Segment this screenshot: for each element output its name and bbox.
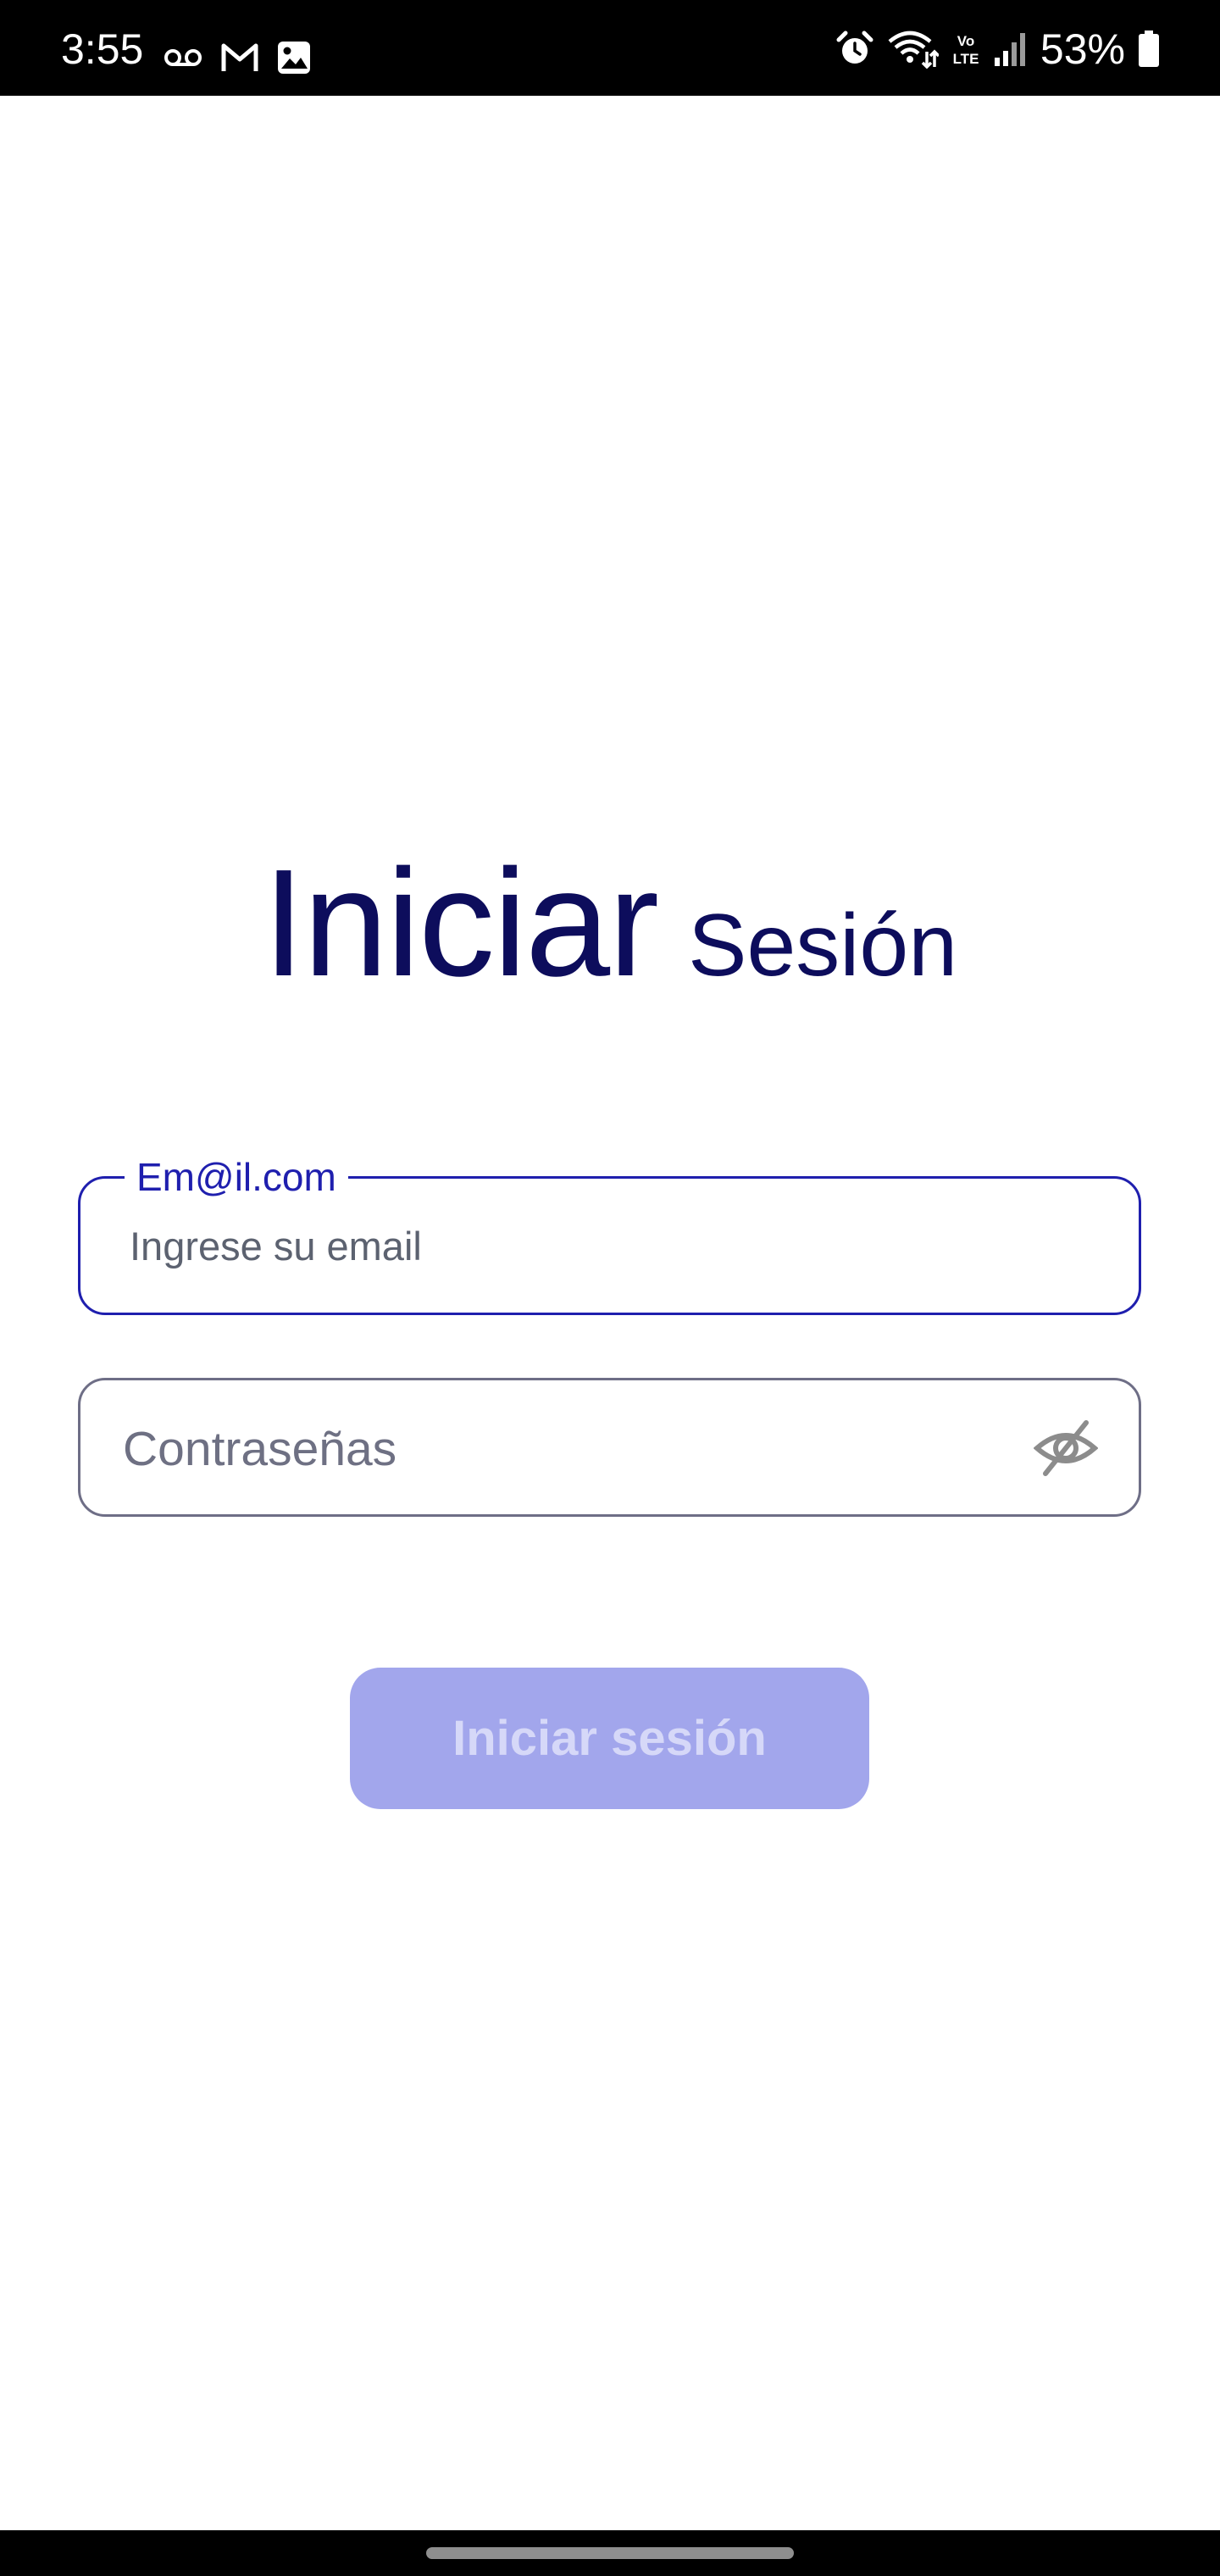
email-label: Em@il.com	[125, 1153, 348, 1201]
status-right-icons: Vo LTE 53%	[835, 25, 1161, 73]
battery-percent: 53%	[1040, 25, 1125, 73]
battery-icon	[1137, 30, 1161, 69]
email-input-placeholder[interactable]: Ingrese su email	[130, 1223, 422, 1270]
status-left-icons	[163, 34, 312, 81]
wifi-icon	[886, 30, 939, 69]
title-main: Iniciar	[262, 838, 659, 1008]
login-button[interactable]: Iniciar sesión	[350, 1668, 869, 1809]
eye-off-icon[interactable]	[1034, 1416, 1098, 1480]
volte-icon: Vo LTE	[951, 30, 981, 69]
page-title: Iniciar Sesión	[0, 839, 1220, 1030]
login-button-label: Iniciar sesión	[452, 1710, 767, 1766]
home-gesture-handle[interactable]	[426, 2547, 794, 2559]
email-field[interactable]: Em@il.com Ingrese su email	[78, 1153, 1141, 1315]
image-icon	[276, 40, 312, 75]
volte-line1: Vo	[957, 33, 974, 49]
volte-line2: LTE	[952, 51, 979, 67]
navigation-bar	[0, 2530, 1220, 2576]
status-bar: 3:55 Vo LTE 53%	[0, 0, 1220, 96]
password-input-placeholder[interactable]: Contraseñas	[123, 1423, 396, 1475]
status-time: 3:55	[61, 25, 144, 73]
password-field[interactable]: Contraseñas	[78, 1378, 1141, 1517]
gmail-icon	[220, 41, 259, 75]
title-secondary: Sesión	[688, 897, 958, 995]
voicemail-icon	[163, 47, 203, 68]
alarm-icon	[835, 30, 874, 69]
signal-icon	[993, 31, 1029, 68]
